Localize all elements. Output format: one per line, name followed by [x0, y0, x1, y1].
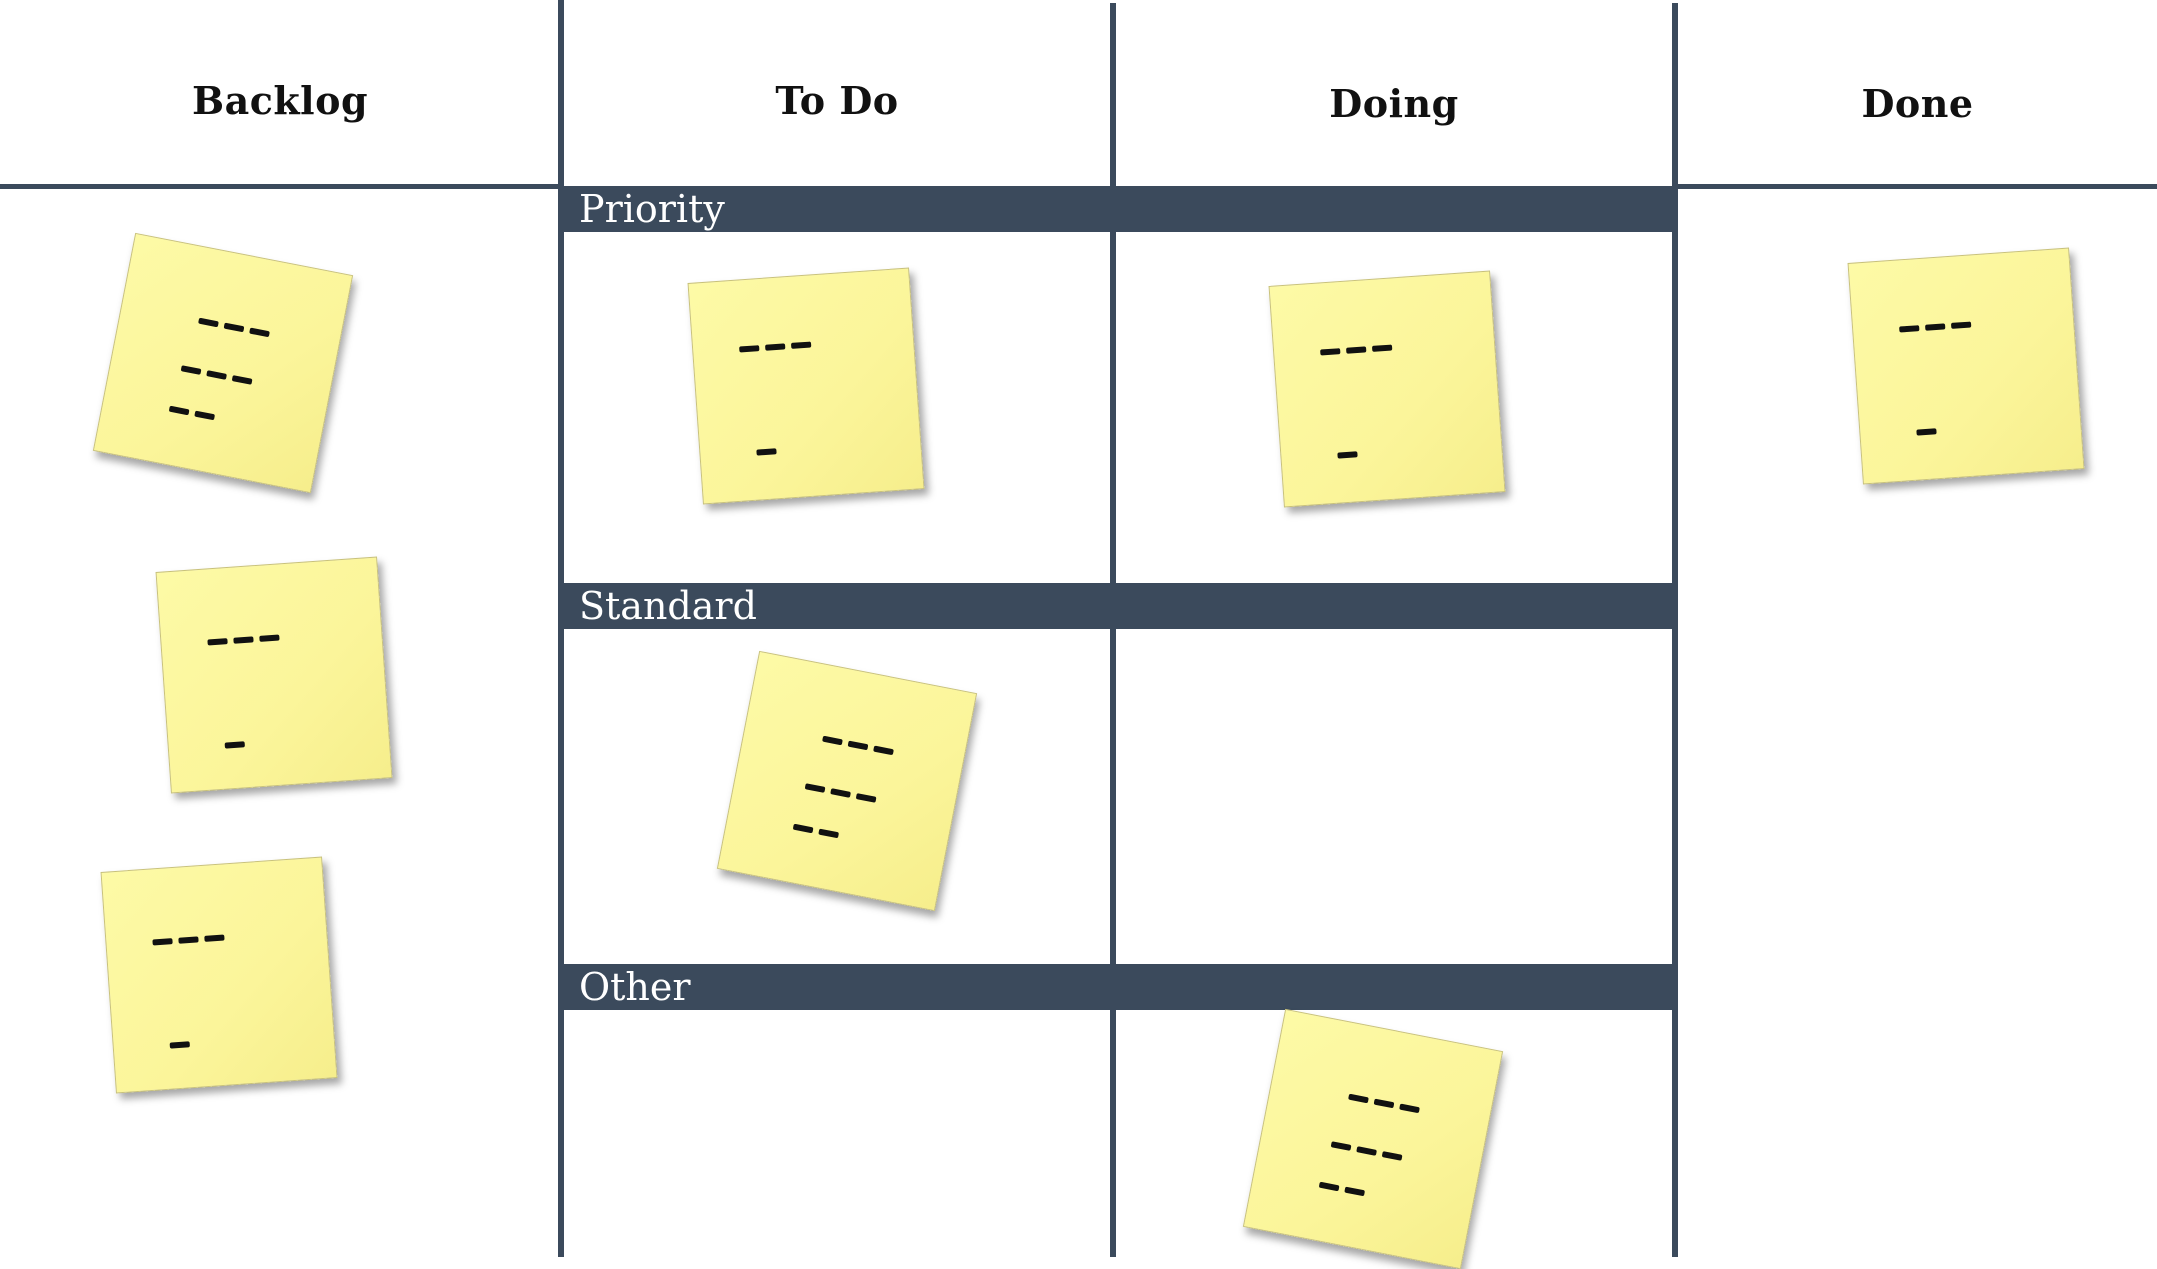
- note-scribble: [224, 741, 245, 749]
- sticky-note[interactable]: [1242, 1008, 1504, 1269]
- note-scribble: [198, 317, 270, 338]
- note-scribble: [792, 823, 840, 839]
- note-scribble: [822, 735, 894, 756]
- note-scribble: [756, 448, 777, 456]
- note-scribble: [180, 365, 253, 385]
- column-header-todo: To Do: [775, 77, 899, 123]
- note-scribble: [1320, 344, 1393, 356]
- lane-bar-priority: Priority: [561, 186, 1676, 232]
- lane-bar-other: Other: [561, 964, 1676, 1010]
- kanban-board: Backlog To Do Doing Done Priority Standa…: [0, 0, 2157, 1269]
- header-divider-right: [1676, 184, 2157, 189]
- column-header-doing: Doing: [1329, 80, 1459, 126]
- note-scribble: [739, 341, 812, 353]
- sticky-note[interactable]: [100, 856, 338, 1094]
- column-header-done: Done: [1861, 80, 1974, 126]
- note-scribble: [152, 934, 225, 946]
- note-scribble: [1318, 1181, 1366, 1197]
- column-header-backlog: Backlog: [191, 77, 369, 123]
- note-scribble: [168, 405, 216, 421]
- sticky-note[interactable]: [716, 650, 978, 912]
- sticky-note[interactable]: [1268, 270, 1506, 508]
- note-scribble: [1899, 321, 1972, 333]
- header-divider-left: [0, 184, 561, 189]
- sticky-note[interactable]: [92, 232, 354, 494]
- note-scribble: [207, 634, 280, 646]
- note-scribble: [1330, 1141, 1403, 1161]
- sticky-note[interactable]: [687, 267, 925, 505]
- sticky-note[interactable]: [155, 556, 393, 794]
- lane-bar-standard: Standard: [561, 583, 1676, 629]
- sticky-note[interactable]: [1847, 247, 2085, 485]
- note-scribble: [804, 783, 877, 803]
- note-scribble: [1337, 451, 1358, 459]
- note-scribble: [1348, 1093, 1420, 1114]
- note-scribble: [1916, 428, 1937, 436]
- note-scribble: [169, 1041, 190, 1049]
